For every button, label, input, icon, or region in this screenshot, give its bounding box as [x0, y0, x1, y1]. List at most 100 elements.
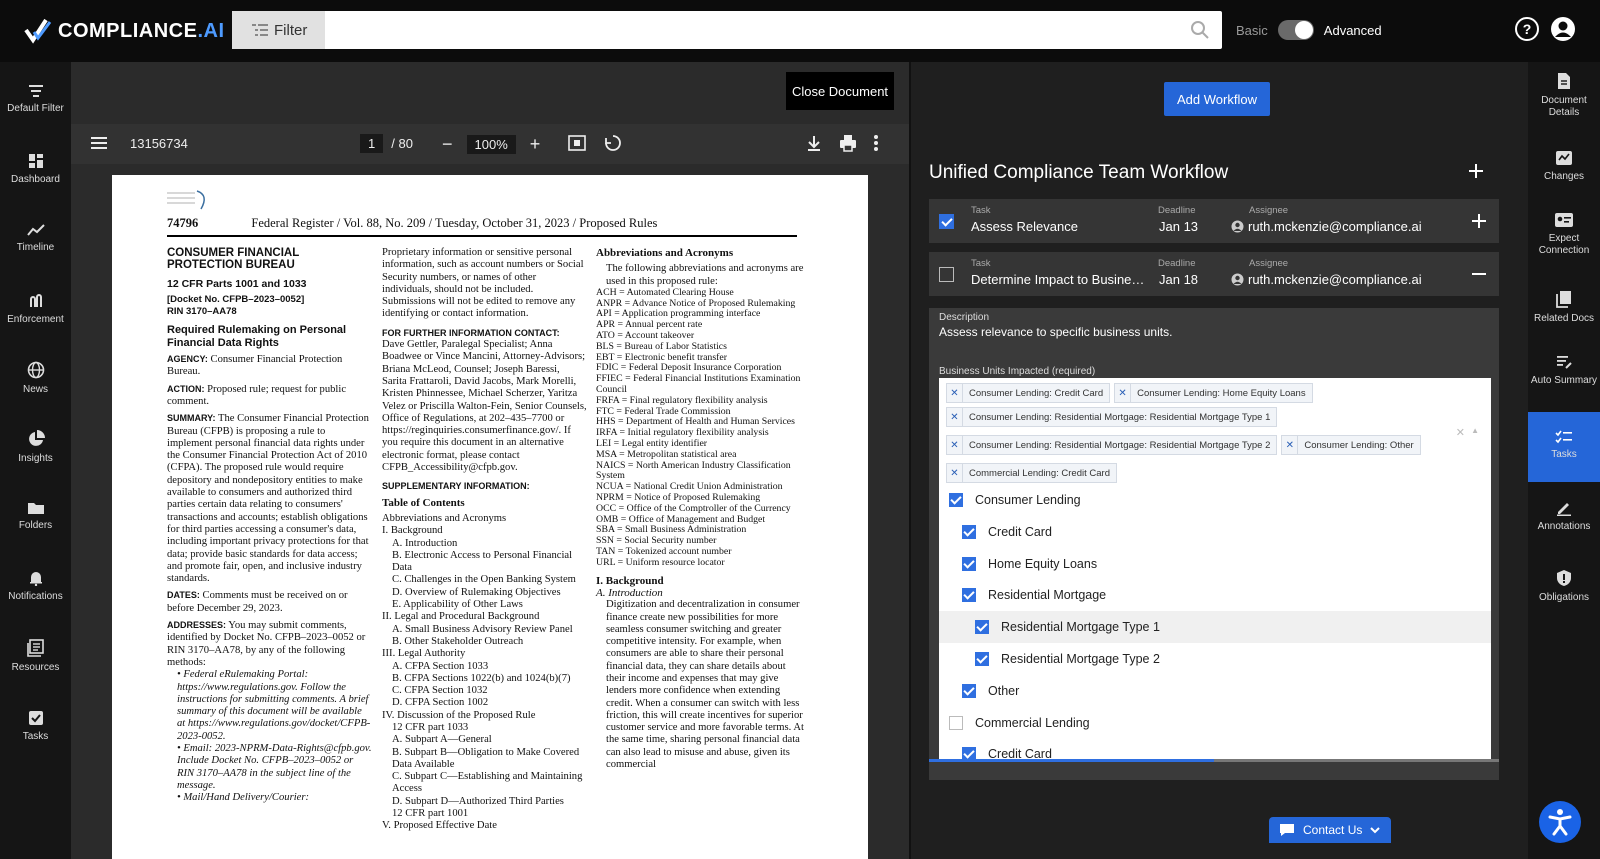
nav-label: News	[22, 384, 48, 395]
nav-folders[interactable]: Folders	[0, 501, 71, 531]
zoom-in-icon[interactable]: +	[530, 134, 541, 155]
remove-chip-icon[interactable]: ✕	[947, 464, 963, 482]
business-unit-option[interactable]: Credit Card	[939, 516, 1491, 548]
accessibility-button[interactable]	[1539, 801, 1581, 843]
rnav-annotations[interactable]: Annotations	[1528, 500, 1600, 533]
option-checkbox[interactable]	[962, 588, 976, 603]
add-task-plus-icon[interactable]	[1468, 163, 1484, 179]
chip-label: Consumer Lending: Credit Card	[969, 387, 1104, 399]
filter-button[interactable]: Filter	[232, 11, 325, 49]
business-unit-option[interactable]: Residential Mortgage Type 2	[939, 643, 1491, 675]
zoom-out-icon[interactable]: −	[442, 134, 453, 155]
task-row[interactable]: Task Determine Impact to Busine… Deadlin…	[929, 252, 1499, 296]
clear-all-icon[interactable]: ✕	[1456, 426, 1465, 439]
rnav-tasks[interactable]: Tasks	[1528, 412, 1600, 482]
rnav-changes[interactable]: Changes	[1528, 150, 1600, 183]
rnav-document-details[interactable]: Document Details	[1528, 72, 1600, 132]
toc-entry: 12 CFR part 1001	[392, 808, 469, 820]
remove-chip-icon[interactable]: ✕	[1115, 384, 1132, 402]
nav-news[interactable]: News	[0, 361, 71, 395]
fit-page-icon[interactable]	[568, 134, 586, 152]
option-checkbox[interactable]	[962, 683, 976, 698]
business-unit-option[interactable]: Commercial Lending	[939, 707, 1491, 739]
dropdown-caret-icon[interactable]: ▲	[1471, 426, 1479, 435]
nav-enforcement[interactable]: Enforcement	[0, 293, 71, 325]
task-row[interactable]: Task Assess Relevance Deadline Jan 13 As…	[929, 199, 1499, 243]
nav-default-filter[interactable]: Default Filter	[0, 84, 71, 114]
toc-entry: C. Challenges in the Open Banking System	[392, 574, 576, 586]
user-account-icon[interactable]	[1550, 16, 1576, 42]
close-document-button[interactable]: Close Document	[786, 72, 894, 110]
option-checkbox[interactable]	[962, 556, 976, 571]
logo[interactable]: COMPLIANCE.AI	[24, 18, 225, 44]
nav-insights[interactable]: Insights	[0, 430, 71, 464]
more-options-icon[interactable]	[873, 134, 879, 152]
supplementary-heading: SUPPLEMENTARY INFORMATION:	[382, 481, 530, 492]
tasks-icon	[1555, 430, 1572, 444]
option-checkbox[interactable]	[962, 524, 976, 539]
option-checkbox[interactable]	[949, 493, 963, 507]
business-unit-option[interactable]: Home Equity Loans	[939, 548, 1491, 580]
hamburger-menu-icon[interactable]	[91, 136, 107, 150]
search-bar[interactable]: Filter	[232, 11, 1222, 49]
business-unit-option[interactable]: Consumer Lending	[939, 484, 1491, 516]
svg-text:?: ?	[1523, 21, 1532, 37]
filter-lines-icon	[28, 85, 43, 97]
intro-paragraph: Proprietary information or sensitive per…	[382, 247, 584, 320]
checkbox-icon	[28, 711, 43, 725]
option-label: Commercial Lending	[975, 715, 1090, 730]
business-unit-option[interactable]: Residential Mortgage	[939, 579, 1491, 611]
print-icon[interactable]	[839, 134, 857, 152]
help-icon[interactable]: ?	[1514, 16, 1540, 42]
nav-tasks[interactable]: Tasks	[0, 710, 71, 742]
remove-chip-icon[interactable]: ✕	[947, 384, 963, 402]
rnav-expect-connection[interactable]: Expect Connection	[1528, 212, 1600, 257]
business-unit-chip: ✕ Consumer Lending: Other	[1281, 435, 1421, 455]
option-checkbox[interactable]	[949, 715, 963, 730]
nav-dashboard[interactable]: Dashboard	[0, 153, 71, 185]
address-bullet: • Email: 2023-NPRM-Data-Rights@cfpb.gov.…	[177, 742, 372, 791]
user-avatar-icon	[1231, 220, 1244, 233]
task-checkbox[interactable]	[939, 267, 954, 282]
contact-us-button[interactable]: Contact Us	[1269, 817, 1391, 843]
nav-label: Tasks	[22, 731, 49, 742]
search-icon[interactable]	[1190, 20, 1210, 40]
task-checkbox[interactable]	[939, 214, 954, 229]
resources-icon	[26, 639, 44, 657]
rnav-auto-summary[interactable]: Auto Summary	[1528, 354, 1600, 387]
mode-toggle-switch[interactable]	[1277, 20, 1314, 40]
business-unit-option[interactable]: Other	[939, 675, 1491, 707]
add-workflow-button[interactable]: Add Workflow	[1164, 82, 1270, 116]
business-units-options: Consumer Lending Credit Card Home Equity L…	[939, 484, 1491, 762]
mode-toggle[interactable]: Basic Advanced	[1236, 20, 1382, 40]
option-label: Residential Mortgage Type 2	[1001, 652, 1160, 666]
option-checkbox[interactable]	[975, 620, 989, 635]
expand-plus-icon[interactable]	[1471, 213, 1487, 229]
business-unit-option[interactable]: Residential Mortgage Type 1	[939, 611, 1491, 644]
nav-notifications[interactable]: Notifications	[0, 570, 71, 602]
nav-resources[interactable]: Resources	[0, 639, 71, 673]
toc-title: Table of Contents	[382, 496, 465, 509]
rnav-obligations[interactable]: Obligations	[1528, 569, 1600, 604]
docket-number: [Docket No. CFPB–2023–0052]	[167, 293, 305, 305]
page-input[interactable]: 1	[360, 134, 384, 153]
toc-entry: C. CFPA Section 1032	[392, 685, 488, 697]
assignee-label: Assignee	[1249, 258, 1289, 269]
remove-chip-icon[interactable]: ✕	[947, 408, 963, 426]
rule-title: Required Rulemaking on Personal Financia…	[167, 324, 347, 349]
collapse-minus-icon[interactable]	[1471, 266, 1487, 282]
remove-chip-icon[interactable]: ✕	[947, 436, 963, 454]
option-checkbox[interactable]	[975, 652, 989, 666]
remove-chip-icon[interactable]: ✕	[1282, 436, 1299, 454]
summary-icon	[1557, 356, 1572, 369]
zoom-level[interactable]: 100%	[466, 135, 516, 154]
folder-icon	[27, 503, 44, 514]
download-icon[interactable]	[805, 134, 823, 152]
nav-timeline[interactable]: Timeline	[0, 223, 71, 253]
rnav-related-docs[interactable]: Related Docs	[1528, 290, 1600, 325]
toc-entry: IV. Discussion of the Proposed Rule	[382, 709, 536, 721]
toc-entry: E. Applicability of Other Laws	[392, 599, 523, 611]
rotate-icon[interactable]	[604, 134, 622, 152]
business-units-multiselect[interactable]: ✕ Consumer Lending: Credit Card ✕ Consumer …	[939, 378, 1491, 484]
table-of-contents: Abbreviations and Acronyms I. Background A…	[382, 513, 587, 833]
